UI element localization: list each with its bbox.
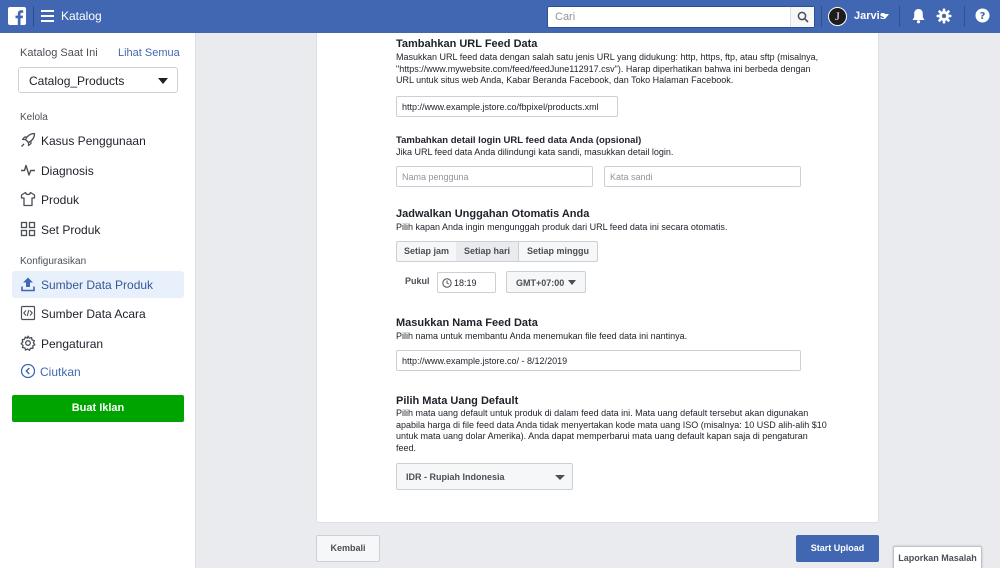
sidebar-item-use-cases[interactable]: Kasus Penggunaan bbox=[12, 127, 184, 154]
sidebar-item-label: Sumber Data Produk bbox=[41, 278, 154, 292]
hamburger-menu-icon[interactable] bbox=[41, 10, 54, 22]
sidebar-item-label: Sumber Data Acara bbox=[41, 307, 146, 321]
schedule-weekly-tab[interactable]: Setiap minggu bbox=[519, 241, 598, 262]
gear-icon[interactable] bbox=[936, 8, 952, 27]
search-input[interactable] bbox=[548, 7, 791, 27]
divider bbox=[821, 6, 822, 27]
schedule-hourly-tab[interactable]: Setiap jam bbox=[396, 241, 457, 262]
login-section-title: Tambahkan detail login URL feed data And… bbox=[396, 135, 642, 146]
currency-section-description: Pilih mata uang default untuk produk di … bbox=[396, 408, 827, 453]
start-upload-button[interactable]: Start Upload bbox=[796, 535, 879, 562]
schedule-section-title: Jadwalkan Unggahan Otomatis Anda bbox=[396, 208, 590, 220]
catalog-select-value: Catalog_Products bbox=[29, 74, 125, 88]
sidebar-item-label: Produk bbox=[41, 193, 80, 207]
sidebar-item-label: Pengaturan bbox=[41, 337, 104, 351]
current-catalog-label: Katalog Saat Ini bbox=[20, 47, 98, 59]
pulse-icon bbox=[21, 164, 35, 176]
sidebar-item-label: Ciutkan bbox=[40, 365, 81, 379]
search-icon bbox=[797, 11, 809, 23]
sidebar-item-diagnostics[interactable]: Diagnosis bbox=[12, 157, 184, 184]
avatar[interactable]: J bbox=[828, 7, 847, 26]
schedule-daily-tab[interactable]: Setiap hari bbox=[456, 241, 519, 262]
see-all-link[interactable]: Lihat Semua bbox=[118, 47, 180, 59]
catalog-select[interactable]: Catalog_Products bbox=[18, 67, 178, 93]
sidebar-item-event-data-sources[interactable]: Sumber Data Acara bbox=[12, 300, 184, 327]
rocket-icon bbox=[21, 132, 36, 147]
url-section-description: Masukkan URL feed data dengan salah satu… bbox=[396, 52, 819, 86]
sidebar-item-products[interactable]: Produk bbox=[12, 186, 184, 213]
time-input[interactable]: 18:19 bbox=[437, 272, 496, 293]
search-button[interactable] bbox=[790, 7, 814, 27]
app-title: Katalog bbox=[61, 9, 102, 23]
feed-url-input[interactable] bbox=[396, 96, 618, 117]
currency-dropdown[interactable]: IDR - Rupiah Indonesia bbox=[396, 463, 573, 490]
sidebar-item-product-data-sources[interactable]: Sumber Data Produk bbox=[12, 271, 184, 298]
section-label-configure: Konfigurasikan bbox=[20, 256, 87, 267]
feed-name-input[interactable] bbox=[396, 350, 801, 371]
chevron-down-icon[interactable] bbox=[881, 14, 889, 19]
notifications-bell-icon[interactable] bbox=[911, 8, 926, 27]
username-input[interactable] bbox=[396, 166, 593, 187]
collapse-sidebar-button[interactable]: Ciutkan bbox=[12, 358, 184, 385]
code-icon bbox=[20, 305, 36, 321]
timezone-value: GMT+07:00 bbox=[516, 278, 565, 288]
shirt-icon bbox=[20, 191, 36, 207]
collapse-arrow-icon bbox=[20, 363, 36, 379]
facebook-logo-icon[interactable] bbox=[8, 7, 26, 25]
login-section-description: Jika URL feed data Anda dilindungi kata … bbox=[396, 147, 674, 157]
top-bar: Katalog J Jarvis ? bbox=[0, 0, 1000, 33]
sidebar-item-label: Kasus Penggunaan bbox=[41, 134, 146, 148]
divider bbox=[964, 6, 965, 27]
url-section-title: Tambahkan URL Feed Data bbox=[396, 38, 538, 50]
feed-setup-card: Tambahkan URL Feed Data Masukkan URL fee… bbox=[316, 33, 879, 523]
chevron-down-icon bbox=[158, 78, 168, 84]
divider bbox=[899, 6, 900, 27]
section-label-manage: Kelola bbox=[20, 112, 48, 123]
time-value: 18:19 bbox=[454, 278, 477, 288]
time-label: Pukul bbox=[405, 276, 430, 286]
sidebar-item-product-sets[interactable]: Set Produk bbox=[12, 216, 184, 243]
gear-icon bbox=[20, 335, 36, 351]
sidebar-item-settings[interactable]: Pengaturan bbox=[12, 330, 184, 357]
currency-section-title: Pilih Mata Uang Default bbox=[396, 395, 519, 407]
name-section-title: Masukkan Nama Feed Data bbox=[396, 317, 538, 329]
name-section-description: Pilih nama untuk membantu Anda menemukan… bbox=[396, 331, 688, 341]
create-ad-button[interactable]: Buat Iklan bbox=[12, 395, 184, 422]
sidebar-item-label: Set Produk bbox=[41, 223, 101, 237]
upload-icon bbox=[21, 277, 35, 292]
help-icon[interactable]: ? bbox=[975, 8, 990, 26]
back-button[interactable]: Kembali bbox=[316, 535, 380, 562]
search-box bbox=[547, 6, 815, 28]
sidebar-item-label: Diagnosis bbox=[41, 164, 94, 178]
clock-icon bbox=[442, 278, 452, 288]
currency-value: IDR - Rupiah Indonesia bbox=[406, 472, 505, 482]
svg-text:?: ? bbox=[980, 11, 986, 22]
timezone-dropdown[interactable]: GMT+07:00 bbox=[506, 271, 586, 293]
chevron-down-icon bbox=[555, 475, 565, 480]
grid-icon bbox=[20, 221, 36, 237]
password-input[interactable] bbox=[604, 166, 801, 187]
chevron-down-icon bbox=[568, 280, 576, 285]
schedule-section-description: Pilih kapan Anda ingin mengunggah produk… bbox=[396, 222, 728, 232]
divider bbox=[33, 6, 34, 27]
sidebar: Katalog Saat Ini Lihat Semua Catalog_Pro… bbox=[0, 33, 196, 568]
report-problem-button[interactable]: Laporkan Masalah bbox=[893, 546, 982, 568]
